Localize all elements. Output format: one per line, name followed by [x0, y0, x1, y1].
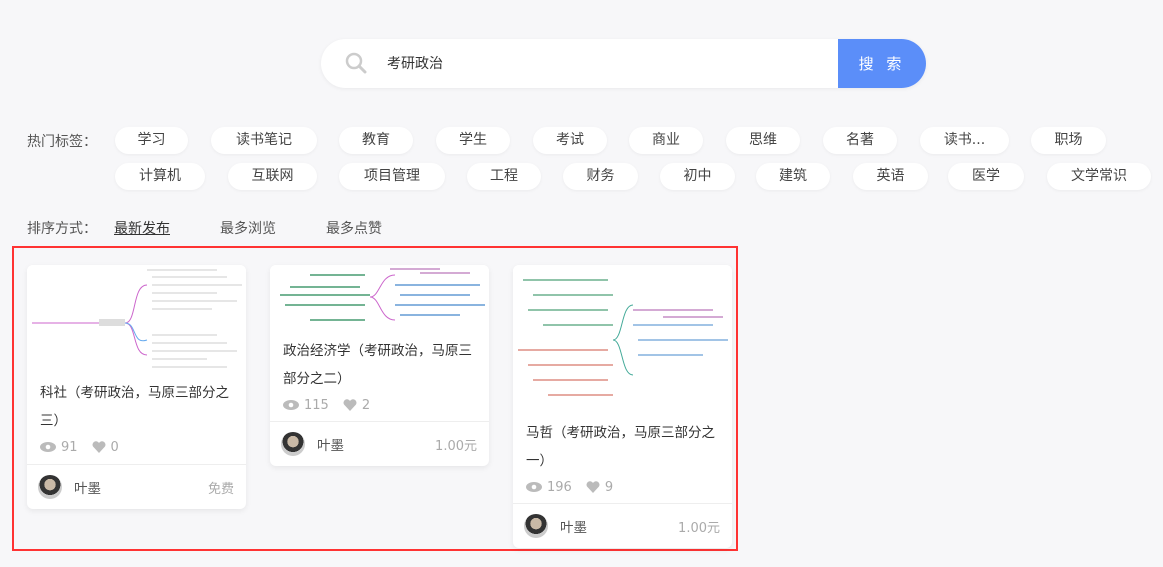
tag-item[interactable]: 名著	[823, 127, 897, 154]
card-title[interactable]: 政治经济学（考研政治，马原三部分之二）	[270, 335, 489, 393]
card-title[interactable]: 科社（考研政治，马原三部分之三）	[27, 375, 246, 435]
like-count: 2	[361, 397, 371, 413]
heart-icon	[586, 481, 600, 493]
price: 1.00元	[435, 438, 477, 454]
hot-tags-label: 热门标签：	[27, 134, 97, 150]
tag-item[interactable]: 建筑	[756, 163, 830, 190]
heart-icon	[343, 399, 357, 411]
view-count: 91	[61, 439, 78, 455]
mindmap-thumbnail	[270, 265, 489, 335]
search-input[interactable]	[387, 51, 787, 75]
card-stats: 91 0	[27, 435, 246, 459]
sort-most-liked[interactable]: 最多点赞	[326, 218, 382, 238]
tag-item[interactable]: 读书...	[920, 127, 1009, 154]
mindmap-card[interactable]: 政治经济学（考研政治，马原三部分之二） 115 2 叶墨 1.00元	[270, 265, 489, 466]
view-count: 115	[304, 397, 329, 413]
tag-item[interactable]: 商业	[629, 127, 703, 154]
tag-item[interactable]: 职场	[1031, 127, 1106, 154]
eye-icon	[283, 400, 299, 410]
tag-item[interactable]: 项目管理	[339, 163, 445, 190]
author-name[interactable]: 叶墨	[317, 434, 344, 454]
search-bar: 搜 索	[321, 39, 926, 88]
view-count: 196	[547, 479, 572, 495]
price: 免费	[207, 481, 234, 497]
search-icon	[345, 52, 367, 74]
tag-item[interactable]: 工程	[467, 163, 541, 190]
tag-item[interactable]: 思维	[726, 127, 800, 154]
avatar[interactable]	[281, 432, 305, 456]
avatar[interactable]	[38, 475, 62, 499]
card-stats: 196 9	[513, 475, 732, 499]
sort-label: 排序方式：	[27, 221, 97, 237]
tag-item[interactable]: 互联网	[228, 163, 317, 190]
avatar[interactable]	[524, 514, 548, 538]
like-count: 0	[110, 439, 119, 455]
eye-icon	[40, 442, 56, 452]
price: 1.00元	[678, 520, 720, 536]
tag-item[interactable]: 学生	[436, 127, 510, 154]
sort-most-viewed[interactable]: 最多浏览	[220, 218, 276, 238]
eye-icon	[526, 482, 542, 492]
like-count: 9	[604, 479, 614, 495]
sort-latest[interactable]: 最新发布	[114, 218, 170, 238]
mindmap-thumbnail	[513, 265, 732, 415]
tag-item[interactable]: 读书笔记	[211, 127, 317, 154]
author-name[interactable]: 叶墨	[74, 477, 101, 497]
tag-item[interactable]: 计算机	[115, 163, 205, 190]
heart-icon	[92, 441, 106, 453]
tag-item[interactable]: 医学	[948, 163, 1024, 190]
tag-item[interactable]: 考试	[533, 127, 607, 154]
mindmap-card[interactable]: 科社（考研政治，马原三部分之三） 91 0 叶墨 免费	[27, 265, 246, 509]
card-title[interactable]: 马哲（考研政治，马原三部分之一）	[513, 415, 732, 475]
search-button[interactable]: 搜 索	[838, 39, 926, 88]
mindmap-thumbnail	[27, 265, 246, 375]
tag-item[interactable]: 英语	[853, 163, 928, 190]
card-stats: 115 2	[270, 393, 489, 417]
tag-item[interactable]: 财务	[563, 163, 638, 190]
tag-item[interactable]: 教育	[339, 127, 413, 154]
tag-item[interactable]: 初中	[660, 163, 735, 190]
tag-item[interactable]: 学习	[115, 127, 188, 154]
mindmap-card[interactable]: 马哲（考研政治，马原三部分之一） 196 9 叶墨 1.00元	[513, 265, 732, 548]
tag-item[interactable]: 文学常识	[1047, 163, 1151, 190]
author-name[interactable]: 叶墨	[560, 516, 587, 536]
